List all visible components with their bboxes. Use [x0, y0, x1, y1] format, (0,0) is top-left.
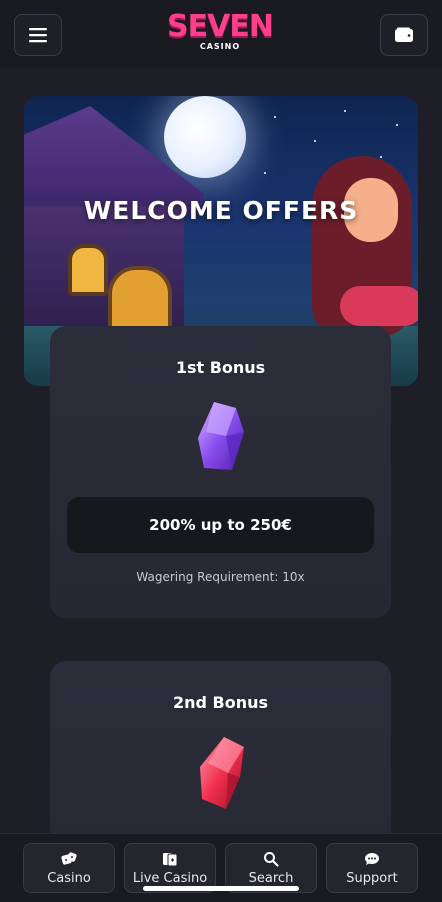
purple-gem-icon: [198, 402, 244, 470]
bottom-navigation: Casino Live Casino Search Support: [0, 833, 442, 902]
dice-icon: [61, 851, 77, 865]
red-gem-icon: [200, 737, 244, 809]
bonus-card-2[interactable]: 2nd Bonus: [50, 661, 391, 833]
wallet-icon: [395, 27, 413, 42]
top-bar: SEVEN CASINO: [0, 0, 442, 68]
home-indicator: [143, 886, 299, 891]
moon-illustration: [164, 96, 246, 178]
hamburger-menu-icon: [29, 28, 47, 43]
bonus-title: 1st Bonus: [175, 358, 266, 377]
cards-icon: [163, 852, 178, 866]
nav-support[interactable]: Support: [326, 843, 418, 893]
nav-label: Casino: [47, 870, 91, 886]
menu-button[interactable]: [14, 14, 62, 56]
search-icon: [264, 851, 279, 867]
logo-text: SEVEN: [167, 9, 274, 44]
main-content[interactable]: WELCOME OFFERS 1st Bonus 200% up to 250€…: [0, 68, 442, 833]
hero-title: WELCOME OFFERS: [83, 196, 359, 225]
wagering-requirement: Wagering Requirement: 10x: [136, 570, 305, 584]
hut-window-illustration: [68, 244, 108, 296]
bonus-card-1[interactable]: 1st Bonus 200% up to 250€ Wagering Requi…: [50, 326, 391, 618]
nav-label: Support: [346, 870, 398, 886]
nav-casino[interactable]: Casino: [23, 843, 115, 893]
bonus-title: 2nd Bonus: [172, 693, 269, 712]
nav-label: Live Casino: [132, 870, 208, 886]
wallet-button[interactable]: [380, 14, 428, 56]
chat-bubble-icon: [365, 852, 379, 865]
seven-casino-logo[interactable]: SEVEN CASINO: [160, 10, 280, 56]
nav-label: Search: [248, 870, 294, 886]
bonus-amount: 200% up to 250€: [67, 497, 374, 553]
